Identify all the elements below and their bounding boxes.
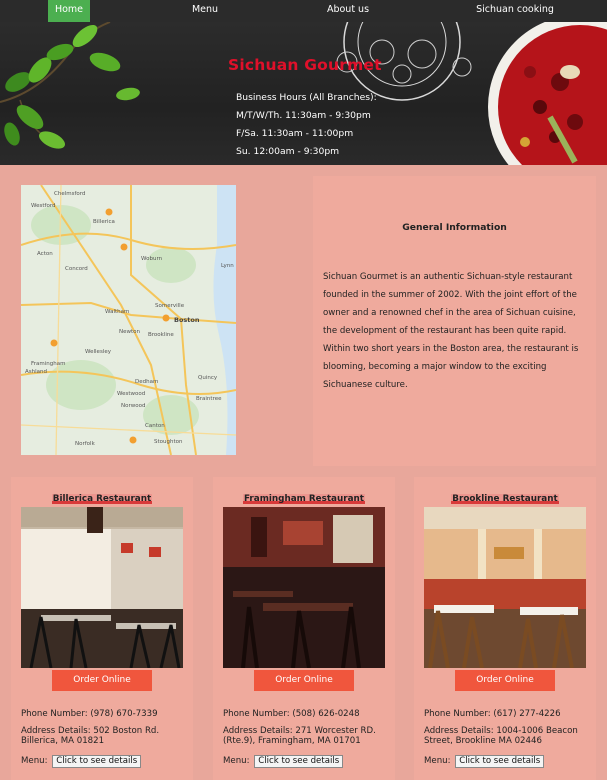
locations-map[interactable]: Chelmsford Westford Billerica Concord Wo…: [21, 185, 236, 455]
address-details: Address Details: 271 Worcester RD. (Rte.…: [223, 726, 376, 746]
map-label: Somerville: [155, 303, 185, 309]
map-label: Billerica: [93, 219, 115, 225]
map-label: Dedham: [135, 379, 158, 385]
map-label: Braintree: [196, 396, 222, 402]
hot-pot-photo: [488, 22, 607, 165]
order-online-button[interactable]: Order Online: [455, 670, 555, 691]
general-information-panel: General Information Sichuan Gourmet is a…: [313, 176, 596, 466]
map-label: Framingham: [31, 361, 65, 367]
restaurant-photo: [21, 507, 183, 668]
restaurant-card-brookline: Brookline Restaurant Order Online Phone …: [414, 477, 596, 780]
menu-label: Menu:: [424, 756, 451, 766]
order-online-button[interactable]: Order Online: [254, 670, 354, 691]
see-details-button[interactable]: Click to see details: [254, 755, 344, 768]
phone-number: Phone Number: (617) 277-4226: [424, 709, 561, 719]
leaves-decoration: [0, 22, 140, 149]
map-label: Canton: [145, 423, 165, 429]
map-label: Boston: [174, 316, 200, 324]
hours-sunday: Su. 12:00am - 9:30pm: [236, 146, 340, 157]
address-details: Address Details: 502 Boston Rd. Billeric…: [21, 726, 160, 746]
nav-sichuan-cooking[interactable]: Sichuan cooking: [470, 0, 560, 22]
map-label: Woburn: [141, 256, 163, 262]
map-label: Chelmsford: [54, 191, 85, 197]
nav-home[interactable]: Home: [48, 0, 90, 22]
map-label: Norwood: [121, 403, 145, 409]
map-label: Lynn: [221, 263, 234, 269]
address-details: Address Details: 1004-1006 Beacon Street…: [424, 726, 578, 746]
general-information-text: Sichuan Gourmet is an authentic Sichuan-…: [323, 272, 579, 390]
menu-row: Menu: Click to see details: [21, 755, 142, 768]
restaurant-name[interactable]: Billerica Restaurant: [51, 494, 153, 504]
map-label: Concord: [65, 266, 88, 272]
restaurant-photo: [424, 507, 586, 668]
map-label: Newton: [119, 329, 141, 335]
top-nav: Home Menu About us Sichuan cooking: [0, 0, 607, 22]
map-label: Norfolk: [75, 441, 96, 447]
menu-row: Menu: Click to see details: [424, 755, 545, 768]
menu-label: Menu:: [21, 756, 48, 766]
phone-number: Phone Number: (978) 670-7339: [21, 709, 158, 719]
nav-menu[interactable]: Menu: [184, 0, 226, 22]
map-label: Stoughton: [154, 439, 183, 445]
hours-weekday: M/T/W/Th. 11:30am - 9:30pm: [236, 110, 371, 121]
menu-label: Menu:: [223, 756, 250, 766]
hours-fri-sat: F/Sa. 11:30am - 11:00pm: [236, 128, 354, 139]
restaurant-name[interactable]: Brookline Restaurant: [451, 494, 559, 504]
map-label: Wellesley: [85, 349, 112, 355]
map-label: Westford: [31, 203, 55, 209]
menu-row: Menu: Click to see details: [223, 755, 344, 768]
see-details-button[interactable]: Click to see details: [455, 755, 545, 768]
phone-number: Phone Number: (508) 626-0248: [223, 709, 360, 719]
nav-about-us[interactable]: About us: [318, 0, 378, 22]
general-information-title: General Information: [402, 222, 507, 233]
map-label: Brookline: [148, 332, 174, 338]
map-label: Quincy: [198, 375, 218, 381]
map-label: Acton: [37, 251, 53, 257]
restaurant-card-framingham: Framingham Restaurant Order Online Phone…: [213, 477, 395, 780]
restaurant-photo: [223, 507, 385, 668]
map-label: Westwood: [117, 391, 145, 397]
business-hours-label: Business Hours (All Branches):: [236, 92, 377, 103]
restaurant-card-billerica: Billerica Restaurant Order Online Phone …: [11, 477, 193, 780]
site-title: Sichuan Gourmet: [228, 56, 382, 74]
restaurant-name[interactable]: Framingham Restaurant: [242, 494, 365, 504]
map-label: Waltham: [105, 309, 129, 315]
see-details-button[interactable]: Click to see details: [52, 755, 142, 768]
map-graphic: Chelmsford Westford Billerica Concord Wo…: [21, 185, 236, 455]
hero-banner: Sichuan Gourmet Business Hours (All Bran…: [0, 22, 607, 165]
order-online-button[interactable]: Order Online: [52, 670, 152, 691]
map-label: Ashland: [25, 369, 47, 375]
